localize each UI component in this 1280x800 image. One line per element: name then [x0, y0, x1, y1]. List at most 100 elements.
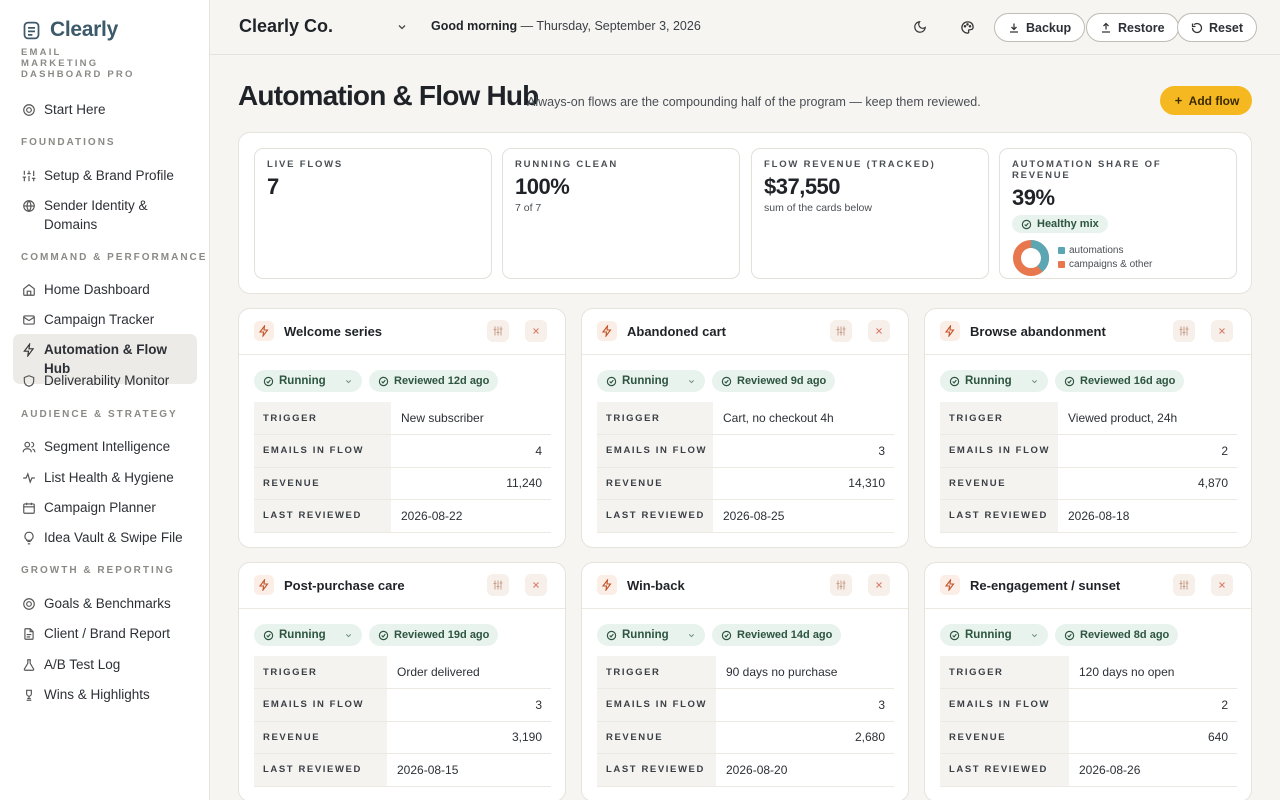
flow-remove-button[interactable] [868, 320, 890, 342]
sliders-icon [493, 326, 503, 336]
lightning-icon [258, 325, 269, 337]
flow-remove-button[interactable] [525, 574, 547, 596]
flow-settings-button[interactable] [487, 320, 509, 342]
flow-icon [940, 575, 960, 595]
restore-button[interactable]: Restore [1086, 13, 1179, 42]
greeting-bold: Good morning [431, 19, 518, 33]
revenue-value[interactable]: 2,680 [716, 721, 894, 754]
sidebar-item-client-brand-report[interactable]: Client / Brand Report [13, 618, 197, 649]
legend-label: campaigns & other [1069, 258, 1153, 270]
add-flow-button[interactable]: Add flow [1160, 86, 1252, 115]
lightning-icon [944, 325, 955, 337]
flow-remove-button[interactable] [525, 320, 547, 342]
table-row: EMAILS IN FLOW 3 [254, 688, 551, 722]
flow-remove-button[interactable] [868, 574, 890, 596]
stat-automation-share: AUTOMATION SHARE OF REVENUE 39% Healthy … [999, 148, 1237, 279]
emails-key: EMAILS IN FLOW [597, 688, 716, 722]
emails-value[interactable]: 3 [713, 434, 894, 468]
last-reviewed-value[interactable]: 2026-08-22 [391, 499, 551, 533]
sidebar-item-ab-test-log[interactable]: A/B Test Log [13, 649, 197, 680]
chevron-down-icon[interactable] [396, 21, 408, 33]
revenue-value[interactable]: 14,310 [713, 467, 894, 500]
sidebar-item-sender-identity[interactable]: Sender Identity & Domains [13, 190, 197, 240]
flow-settings-button[interactable] [830, 574, 852, 596]
brand-logo[interactable]: Clearly [21, 18, 118, 42]
sidebar-item-campaign-planner[interactable]: Campaign Planner [13, 492, 197, 523]
reviewed-label: Reviewed 14d ago [737, 629, 833, 641]
status-select[interactable]: Running [597, 624, 705, 646]
revenue-value[interactable]: 640 [1069, 721, 1237, 754]
backup-label: Backup [1026, 20, 1072, 35]
last-reviewed-value[interactable]: 2026-08-25 [713, 499, 894, 533]
theme-button[interactable] [957, 17, 977, 37]
flow-title: Browse abandonment [970, 324, 1106, 339]
flow-remove-button[interactable] [1211, 574, 1233, 596]
status-select[interactable]: Running [940, 370, 1048, 392]
flow-settings-button[interactable] [1173, 320, 1195, 342]
trigger-value[interactable]: 90 days no purchase [716, 656, 894, 689]
trigger-value[interactable]: Cart, no checkout 4h [713, 402, 894, 435]
sidebar-item-deliverability-monitor[interactable]: Deliverability Monitor [13, 365, 197, 396]
last-reviewed-key: LAST REVIEWED [254, 499, 391, 533]
plus-icon [1174, 97, 1182, 104]
emails-value[interactable]: 3 [716, 688, 894, 722]
trigger-value[interactable]: Order delivered [387, 656, 551, 689]
revenue-value[interactable]: 3,190 [387, 721, 551, 754]
status-select[interactable]: Running [254, 370, 362, 392]
flow-icon [597, 321, 617, 341]
last-reviewed-value[interactable]: 2026-08-15 [387, 753, 551, 787]
flow-remove-button[interactable] [1211, 320, 1233, 342]
revenue-value[interactable]: 11,240 [391, 467, 551, 500]
sidebar-section-command-performance: COMMAND & PERFORMANCE [21, 252, 208, 263]
flow-card-header: Win-back [582, 563, 908, 609]
reviewed-badge: Reviewed 16d ago [1055, 370, 1185, 392]
trigger-value[interactable]: Viewed product, 24h [1058, 402, 1237, 435]
dark-mode-button[interactable] [910, 17, 930, 37]
status-select[interactable]: Running [597, 370, 705, 392]
sidebar-item-wins-highlights[interactable]: Wins & Highlights [13, 679, 197, 710]
flow-settings-button[interactable] [830, 320, 852, 342]
chevron-down-icon [1031, 633, 1038, 637]
flow-settings-button[interactable] [487, 574, 509, 596]
sidebar-item-goals-benchmarks[interactable]: Goals & Benchmarks [13, 588, 197, 619]
check-circle-icon [263, 376, 274, 386]
sidebar-item-idea-vault[interactable]: Idea Vault & Swipe File [13, 522, 197, 553]
status-select[interactable]: Running [254, 624, 362, 646]
check-circle-icon [1064, 630, 1075, 640]
revenue-key: REVENUE [597, 721, 716, 754]
flow-settings-button[interactable] [1173, 574, 1195, 596]
lightbulb-icon [24, 531, 34, 545]
stat-label: AUTOMATION SHARE OF REVENUE [1012, 159, 1162, 181]
check-circle-icon [606, 376, 617, 386]
status-select[interactable]: Running [940, 624, 1048, 646]
trigger-value[interactable]: 120 days no open [1069, 656, 1237, 689]
reviewed-badge: Reviewed 9d ago [712, 370, 836, 392]
sidebar-item-list-health-hygiene[interactable]: List Health & Hygiene [13, 462, 197, 493]
reset-label: Reset [1209, 20, 1244, 35]
sidebar-item-segment-intelligence[interactable]: Segment Intelligence [13, 431, 197, 462]
trigger-value[interactable]: New subscriber [391, 402, 551, 435]
sidebar-item-start-here[interactable]: Start Here [13, 94, 197, 125]
reviewed-badge: Reviewed 12d ago [369, 370, 499, 392]
company-selector[interactable]: Clearly Co. [239, 16, 333, 37]
last-reviewed-value[interactable]: 2026-08-18 [1058, 499, 1237, 533]
sidebar-item-setup-brand-profile[interactable]: Setup & Brand Profile [13, 160, 197, 191]
table-row: TRIGGER New subscriber [254, 402, 551, 435]
last-reviewed-value[interactable]: 2026-08-20 [716, 753, 894, 787]
emails-value[interactable]: 2 [1069, 688, 1237, 722]
emails-value[interactable]: 3 [387, 688, 551, 722]
flow-title: Post-purchase care [284, 578, 405, 593]
reviewed-label: Reviewed 9d ago [737, 375, 827, 387]
sidebar-item-campaign-tracker[interactable]: Campaign Tracker [13, 304, 197, 335]
emails-value[interactable]: 2 [1058, 434, 1237, 468]
revenue-value[interactable]: 4,870 [1058, 467, 1237, 500]
reset-button[interactable]: Reset [1177, 13, 1258, 42]
emails-value[interactable]: 4 [391, 434, 551, 468]
chevron-down-icon [1031, 379, 1038, 383]
last-reviewed-value[interactable]: 2026-08-26 [1069, 753, 1237, 787]
sidebar-item-home-dashboard[interactable]: Home Dashboard [13, 274, 197, 305]
flow-icon [254, 321, 274, 341]
target-icon [23, 598, 35, 610]
backup-button[interactable]: Backup [994, 13, 1086, 42]
flow-icon [254, 575, 274, 595]
